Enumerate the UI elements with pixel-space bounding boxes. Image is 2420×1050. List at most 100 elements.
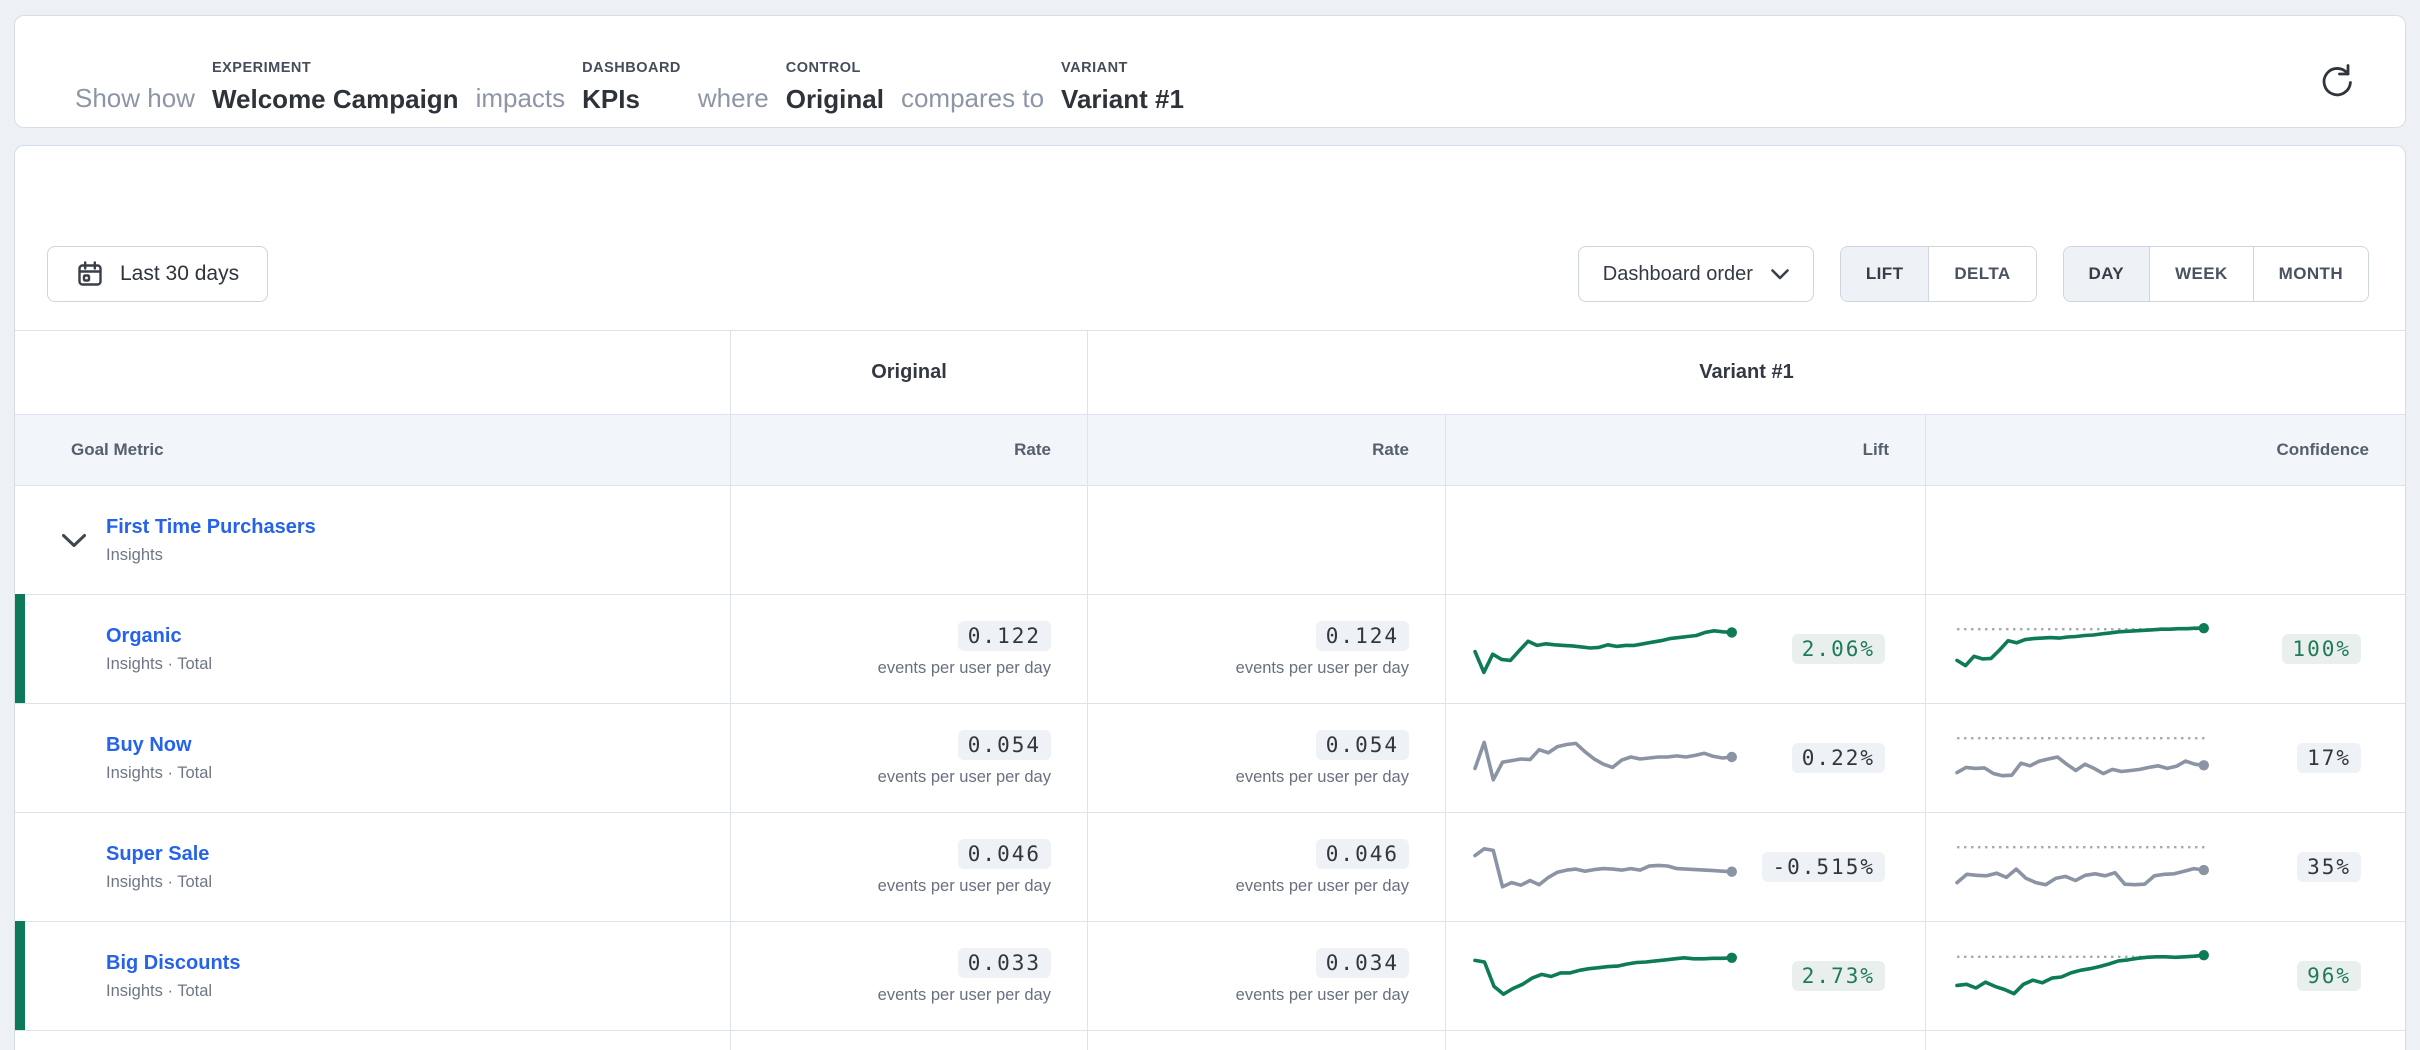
lift-sparkline (1470, 618, 1742, 680)
metric-name-block: First Time Purchasers Insights (106, 515, 316, 565)
dashboard-slot[interactable]: DASHBOARD KPIs (582, 60, 681, 114)
metric-name-block: Buy Now Insights · Total (106, 733, 212, 783)
expand-collapse-control[interactable] (61, 533, 106, 548)
table-row-organic: Organic Insights · Total 0.122 events pe… (15, 594, 2405, 703)
metric-subtitle: Insights · Total (106, 982, 240, 1001)
control-rate-value: 0.122 (958, 621, 1051, 651)
table-row-partial (15, 1030, 2405, 1050)
report-card: Last 30 days Dashboard order LIFT DELTA … (14, 145, 2406, 1050)
metric-subtitle: Insights · Total (106, 655, 212, 674)
rate-unit: events per user per day (878, 768, 1051, 787)
lift-value: 0.22% (1792, 743, 1885, 773)
confidence-cell: 96% (1925, 922, 2405, 1030)
group-subtitle: Insights (106, 546, 316, 565)
control-slot-value[interactable]: Original (786, 85, 884, 114)
connector-where: where (698, 84, 769, 114)
confidence-sparkline (1952, 618, 2214, 680)
confidence-cell: 100% (1925, 595, 2405, 703)
goal-metric-cell: Buy Now Insights · Total (15, 704, 730, 812)
goal-metric-cell: Super Sale Insights · Total (15, 813, 730, 921)
variant-rate-value: 0.046 (1316, 839, 1409, 869)
column-header-lift: Lift (1445, 415, 1925, 485)
rate-unit: events per user per day (1236, 768, 1409, 787)
rate-unit: events per user per day (878, 986, 1051, 1005)
refresh-button[interactable] (2315, 60, 2359, 104)
variant-slot-value[interactable]: Variant #1 (1061, 85, 1184, 114)
metric-name-block: Organic Insights · Total (106, 624, 212, 674)
query-builder-card: Show how EXPERIMENT Welcome Campaign imp… (14, 15, 2406, 128)
metric-name-link[interactable]: Organic (106, 624, 212, 648)
metrics-table: Original Variant #1 Goal Metric Rate Rat… (15, 330, 2405, 1050)
rate-unit: events per user per day (1236, 877, 1409, 896)
lift-sparkline (1470, 945, 1742, 1007)
column-header-row: Goal Metric Rate Rate Lift Confidence (15, 414, 2405, 485)
group-name-link[interactable]: First Time Purchasers (106, 515, 316, 539)
confidence-cell: 17% (1925, 704, 2405, 812)
rate-unit: events per user per day (878, 659, 1051, 678)
confidence-value: 100% (2282, 634, 2361, 664)
experiment-slot-label: EXPERIMENT (212, 60, 311, 76)
metric-subtitle: Insights · Total (106, 873, 212, 892)
query-phrase: Show how EXPERIMENT Welcome Campaign imp… (75, 60, 1184, 114)
significance-bar (15, 921, 25, 1030)
toggle-week[interactable]: WEEK (2149, 247, 2253, 301)
dashboard-slot-label: DASHBOARD (582, 60, 681, 76)
dashboard-order-button[interactable]: Dashboard order (1578, 246, 1814, 302)
confidence-sparkline (1952, 836, 2214, 898)
control-rate-value: 0.046 (958, 839, 1051, 869)
lift-value: 2.06% (1792, 634, 1885, 664)
toggle-delta[interactable]: DELTA (1928, 247, 2035, 301)
confidence-value: 35% (2297, 852, 2361, 882)
metric-name-link[interactable]: Buy Now (106, 733, 212, 757)
variant-header-spacer (15, 331, 730, 414)
metric-name-link[interactable]: Big Discounts (106, 951, 240, 975)
variant-rate-cell: 0.054 events per user per day (1087, 704, 1445, 812)
confidence-value: 96% (2297, 961, 2361, 991)
significance-bar (15, 594, 25, 703)
experiment-report-page: Show how EXPERIMENT Welcome Campaign imp… (0, 0, 2420, 1050)
control-slot-label: CONTROL (786, 60, 861, 76)
dashboard-order-label: Dashboard order (1603, 263, 1753, 286)
table-row-group: First Time Purchasers Insights (15, 485, 2405, 594)
metric-name-block: Big Discounts Insights · Total (106, 951, 240, 1001)
control-rate-cell: 0.054 events per user per day (730, 704, 1087, 812)
lift-sparkline (1470, 727, 1742, 789)
table-row-super-sale: Super Sale Insights · Total 0.046 events… (15, 812, 2405, 921)
granularity-toggle: DAY WEEK MONTH (2063, 246, 2369, 302)
control-rate-cell: 0.033 events per user per day (730, 922, 1087, 1030)
confidence-sparkline (1952, 727, 2214, 789)
control-rate-value: 0.033 (958, 948, 1051, 978)
lift-cell: 0.22% (1445, 704, 1925, 812)
toggle-day[interactable]: DAY (2064, 247, 2150, 301)
metric-name-link[interactable]: Super Sale (106, 842, 212, 866)
report-toolbar: Last 30 days Dashboard order LIFT DELTA … (15, 146, 2405, 330)
lift-cell: 2.73% (1445, 922, 1925, 1030)
variant-rate-value: 0.054 (1316, 730, 1409, 760)
goal-metric-cell: Big Discounts Insights · Total (15, 922, 730, 1030)
rate-unit: events per user per day (1236, 986, 1409, 1005)
column-header-variant-rate: Rate (1087, 415, 1445, 485)
toolbar-right-group: Dashboard order LIFT DELTA DAY WEEK MONT… (1578, 246, 2369, 302)
column-header-goal-metric: Goal Metric (15, 415, 730, 485)
refresh-icon (2315, 60, 2359, 104)
confidence-sparkline (1952, 945, 2214, 1007)
column-header-confidence: Confidence (1925, 415, 2405, 485)
chevron-down-icon (1771, 269, 1789, 280)
confidence-cell: 35% (1925, 813, 2405, 921)
dashboard-slot-value[interactable]: KPIs (582, 85, 640, 114)
rate-unit: events per user per day (1236, 659, 1409, 678)
variant-rate-value: 0.124 (1316, 621, 1409, 651)
variant-column-header: Variant #1 (1087, 331, 2405, 414)
variant-slot[interactable]: VARIANT Variant #1 (1061, 60, 1184, 114)
column-header-control-rate: Rate (730, 415, 1087, 485)
experiment-slot[interactable]: EXPERIMENT Welcome Campaign (212, 60, 459, 114)
chevron-down-icon (61, 533, 87, 548)
toggle-lift[interactable]: LIFT (1841, 247, 1928, 301)
date-range-button[interactable]: Last 30 days (47, 246, 268, 302)
connector-impacts: impacts (476, 84, 566, 114)
toggle-month[interactable]: MONTH (2253, 247, 2368, 301)
control-slot[interactable]: CONTROL Original (786, 60, 884, 114)
experiment-slot-value[interactable]: Welcome Campaign (212, 85, 459, 114)
metric-name-block: Super Sale Insights · Total (106, 842, 212, 892)
metric-subtitle: Insights · Total (106, 764, 212, 783)
